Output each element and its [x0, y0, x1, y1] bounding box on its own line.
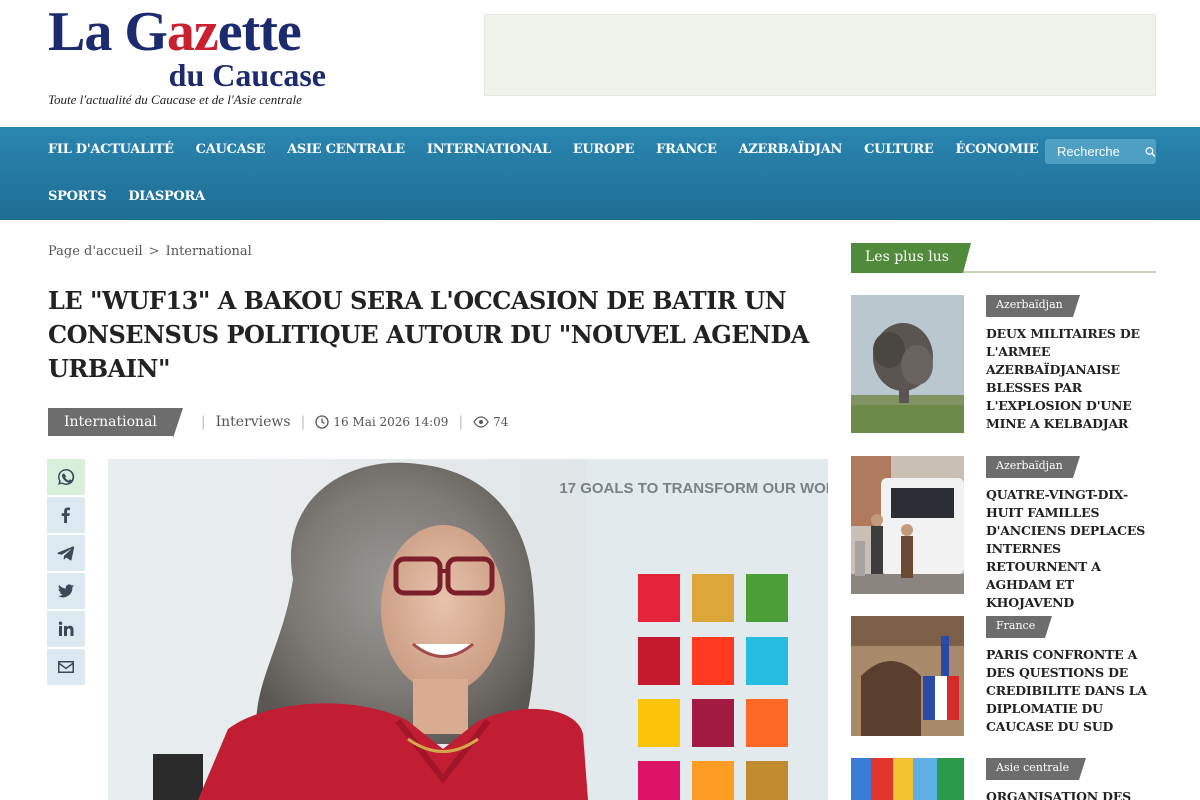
explosion-photo	[851, 295, 964, 433]
email-share-button[interactable]	[47, 649, 85, 685]
article-thumbnail[interactable]	[851, 456, 964, 594]
sidebar-article-category[interactable]: Asie centrale	[986, 758, 1087, 780]
article-thumbnail[interactable]	[851, 295, 964, 433]
facebook-share-button[interactable]	[47, 497, 85, 533]
telegram-icon	[57, 546, 75, 561]
ad-banner[interactable]	[484, 14, 1156, 96]
sidebar-article-title[interactable]: DEUX MILITAIRES DE L'ARMEE AZERBAÏDJANAI…	[986, 325, 1158, 433]
families-bus-photo	[851, 456, 964, 594]
search-icon[interactable]	[1145, 144, 1156, 160]
logo-tagline: Toute l'actualité du Caucase et de l'Asi…	[48, 92, 302, 107]
facebook-icon	[61, 507, 70, 523]
sidebar-article-title[interactable]: QUATRE-VINGT-DIX-HUIT FAMILLES D'ANCIENS…	[986, 486, 1158, 612]
clock-icon	[315, 415, 329, 429]
article-tag[interactable]: Interviews	[216, 414, 291, 430]
breadcrumb: Page d'accueil > International	[48, 244, 252, 259]
sidebar-heading: Les plus lus	[851, 243, 971, 273]
eye-icon	[473, 416, 489, 428]
article-title: LE "WUF13" A BAKOU SERA L'OCCASION DE BA…	[48, 286, 809, 383]
share-bar	[47, 459, 85, 687]
views-count: 74	[493, 415, 509, 429]
breadcrumb-current[interactable]: International	[166, 244, 252, 259]
article-thumbnail[interactable]	[851, 758, 964, 800]
twitter-icon	[58, 584, 74, 598]
whatsapp-share-button[interactable]	[47, 459, 85, 495]
date-text: 16 Mai 2026 14:09	[333, 415, 449, 429]
flags-photo	[851, 758, 964, 800]
meta-divider: |	[300, 414, 306, 430]
nav-item-caucase[interactable]: CAUCASE	[196, 142, 266, 157]
article-views: 74	[473, 415, 508, 429]
paris-flags-photo	[851, 616, 964, 736]
article-meta: International | Interviews | 16 Mai 2026…	[48, 407, 508, 438]
nav-item-fil-actualite[interactable]: FIL D'ACTUALITÉ	[48, 142, 174, 157]
breadcrumb-separator: >	[148, 244, 160, 259]
nav-row-1: FIL D'ACTUALITÉ CAUCASE ASIE CENTRALE IN…	[48, 142, 1060, 157]
nav-item-asie-centrale[interactable]: ASIE CENTRALE	[287, 142, 405, 157]
nav-item-international[interactable]: INTERNATIONAL	[427, 142, 551, 157]
nav-item-azerbaidjan[interactable]: AZERBAÏDJAN	[739, 142, 843, 157]
nav-item-culture[interactable]: CULTURE	[864, 142, 934, 157]
article-thumbnail[interactable]	[851, 616, 964, 736]
meta-divider: |	[458, 414, 464, 430]
nav-item-europe[interactable]: EUROPE	[573, 142, 635, 157]
sidebar-article-category[interactable]: Azerbaïdjan	[986, 295, 1080, 317]
sidebar-article-category[interactable]: France	[986, 616, 1053, 638]
sidebar-article-title[interactable]: PARIS CONFRONTE A DES QUESTIONS DE CREDI…	[986, 646, 1158, 736]
portrait-photo: 17 GOALS TO TRANSFORM OUR WORLD	[108, 459, 828, 800]
article-date: 16 Mai 2026 14:09	[315, 415, 448, 429]
sidebar-article-category[interactable]: Azerbaïdjan	[986, 456, 1080, 478]
meta-divider: |	[200, 414, 206, 430]
whatsapp-icon	[58, 468, 75, 485]
sidebar-article-title[interactable]: ORGANISATION DES	[986, 788, 1158, 800]
logo-wordmark: La Gazette	[48, 1, 302, 63]
telegram-share-button[interactable]	[47, 535, 85, 571]
nav-item-economie[interactable]: ÉCONOMIE	[956, 142, 1039, 157]
linkedin-icon	[58, 621, 74, 636]
site-logo[interactable]: La Gazette du Caucase Toute l'actualité …	[48, 4, 338, 108]
category-tag[interactable]: International	[48, 408, 183, 438]
linkedin-share-button[interactable]	[47, 611, 85, 647]
logo-subtitle: du Caucase	[168, 57, 326, 93]
nav-item-france[interactable]: FRANCE	[656, 142, 717, 157]
site-header: La Gazette du Caucase Toute l'actualité …	[0, 0, 1200, 127]
main-nav: FIL D'ACTUALITÉ CAUCASE ASIE CENTRALE IN…	[0, 127, 1200, 220]
breadcrumb-home[interactable]: Page d'accueil	[48, 244, 143, 259]
nav-item-diaspora[interactable]: DIASPORA	[128, 189, 205, 204]
nav-row-2: SPORTS DIASPORA	[48, 189, 227, 204]
sidebar-most-read: Les plus lus Azerbaïdjan DEUX MILITAIRES…	[851, 243, 1156, 800]
search-box	[1045, 139, 1156, 164]
search-input[interactable]	[1057, 144, 1137, 159]
sidebar-heading-bar: Les plus lus	[851, 243, 1156, 273]
email-icon	[58, 661, 74, 673]
sdg-poster-text: 17 GOALS TO TRANSFORM OUR WORLD	[559, 480, 828, 497]
article-hero-image: 17 GOALS TO TRANSFORM OUR WORLD	[108, 459, 828, 800]
twitter-share-button[interactable]	[47, 573, 85, 609]
nav-item-sports[interactable]: SPORTS	[48, 189, 107, 204]
